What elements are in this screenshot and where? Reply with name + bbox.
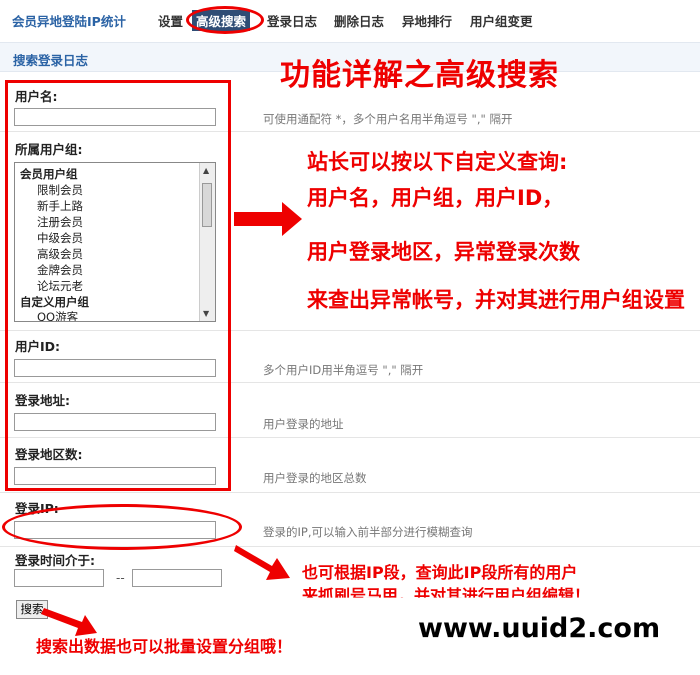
arrow-down-right-icon [41, 608, 97, 636]
annotation-line: 站长可以按以下自定义查询: [307, 150, 568, 174]
annotation-line: 用户登录地区，异常登录次数 [307, 240, 580, 264]
watermark: www.uuid2.com [418, 613, 661, 644]
annotation-bottom: 搜索出数据也可以批量设置分组哦！ [36, 637, 293, 656]
arrow-down-right-icon [234, 545, 290, 580]
annotation-line: 来查出异常帐号，并对其进行用户组设置 [307, 288, 685, 312]
annotation-ip-line: 也可根据IP段，查询此IP段所有的用户 [302, 563, 578, 582]
annotation-title: 功能详解之高级搜索 [280, 58, 559, 93]
arrow-right-icon [234, 202, 302, 236]
annotation-line: 用户名，用户组，用户ID， [307, 186, 564, 210]
